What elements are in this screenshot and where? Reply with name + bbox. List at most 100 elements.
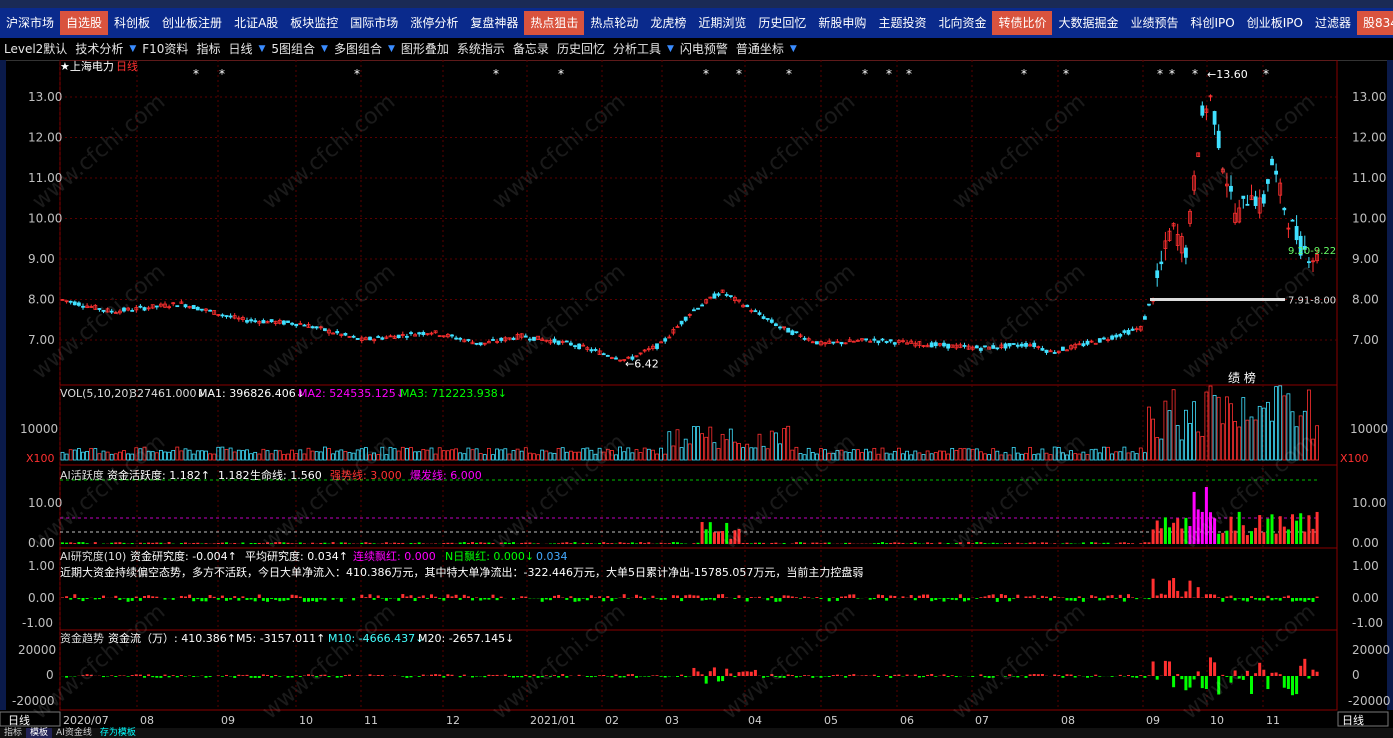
nav-item-13[interactable]: 历史回忆 bbox=[752, 11, 812, 35]
nav-item-21[interactable]: 创业板IPO bbox=[1241, 11, 1309, 35]
toolbar-item-7[interactable]: 图形叠加 bbox=[397, 39, 453, 59]
candle-body bbox=[228, 315, 233, 318]
activity-bar bbox=[1278, 516, 1282, 544]
volume-bar bbox=[314, 451, 319, 461]
flow-axis-right-0: 0 bbox=[1352, 668, 1360, 682]
flow-bar bbox=[807, 675, 811, 676]
nav-item-19[interactable]: 业绩预告 bbox=[1125, 11, 1185, 35]
nav-item-0[interactable]: 沪深市场 bbox=[0, 11, 60, 35]
dropdown-arrow-icon[interactable]: ▼ bbox=[788, 44, 799, 54]
research-bar bbox=[1241, 598, 1245, 601]
flow-bar bbox=[167, 676, 171, 678]
candle-body bbox=[802, 337, 807, 340]
res-axis-right-0: 0.00 bbox=[1352, 591, 1379, 605]
nav-item-12[interactable]: 近期浏览 bbox=[692, 11, 752, 35]
flow-bar bbox=[1155, 676, 1159, 680]
nav-item-17[interactable]: 转债比价 bbox=[992, 11, 1053, 35]
event-star-icon: * bbox=[1263, 67, 1269, 81]
toolbar-item-0[interactable]: Level2默认 bbox=[0, 39, 71, 59]
nav-item-8[interactable]: 复盘神器 bbox=[464, 11, 524, 35]
dropdown-arrow-icon[interactable]: ▼ bbox=[386, 44, 397, 54]
toolbar-item-8[interactable]: 系统指示 bbox=[453, 39, 509, 59]
nav-item-14[interactable]: 新股申购 bbox=[812, 11, 872, 35]
research-bar bbox=[315, 598, 319, 602]
nav-item-5[interactable]: 板块监控 bbox=[284, 11, 344, 35]
nav-item-22[interactable]: 过滤器 bbox=[1309, 11, 1357, 35]
toolbar-item-11[interactable]: 分析工具 bbox=[609, 39, 665, 59]
volume-bar bbox=[671, 445, 676, 461]
candle-body bbox=[962, 345, 967, 347]
nav-item-9[interactable]: 热点狙击 bbox=[524, 11, 585, 35]
volume-bar bbox=[249, 453, 254, 461]
bottom-tab-0[interactable]: 指标 bbox=[0, 728, 26, 738]
research-bar bbox=[479, 598, 483, 601]
research-bar bbox=[225, 598, 228, 601]
nav-item-15[interactable]: 主题投资 bbox=[872, 11, 932, 35]
nav-item-3[interactable]: 创业板注册 bbox=[156, 11, 228, 35]
bottom-tab-1[interactable]: 模板 bbox=[26, 728, 53, 738]
nav-item-16[interactable]: 北向资金 bbox=[932, 11, 992, 35]
research-bar bbox=[1168, 580, 1171, 598]
nav-item-11[interactable]: 龙虎榜 bbox=[644, 11, 692, 35]
flow-bar bbox=[241, 675, 245, 676]
candle-body bbox=[761, 316, 766, 319]
toolbar-item-3[interactable]: 指标 bbox=[192, 39, 224, 59]
flow-bar bbox=[844, 676, 848, 678]
research-bar bbox=[93, 598, 97, 600]
volume-bar bbox=[507, 453, 512, 461]
dropdown-arrow-icon[interactable]: ▼ bbox=[665, 44, 676, 54]
candle-body bbox=[556, 340, 561, 345]
toolbar-item-5[interactable]: 5图组合 bbox=[267, 39, 319, 59]
toolbar-item-6[interactable]: 多图组合 bbox=[330, 39, 386, 59]
toolbar-item-10[interactable]: 历史回忆 bbox=[553, 39, 609, 59]
flow-bar bbox=[626, 674, 630, 676]
nav-item-1[interactable]: 自选股 bbox=[60, 11, 109, 35]
activity-bar bbox=[1241, 525, 1245, 544]
dropdown-arrow-icon[interactable]: ▼ bbox=[127, 44, 138, 54]
stock-period: 日线 bbox=[116, 60, 138, 73]
volume-bar bbox=[1085, 454, 1090, 461]
research-bar bbox=[97, 598, 101, 600]
flow-bar bbox=[393, 675, 397, 676]
research-bar bbox=[1008, 598, 1012, 602]
activity-bar bbox=[192, 542, 196, 544]
flow-bar bbox=[1303, 658, 1307, 676]
nav-item-4[interactable]: 北证A股 bbox=[228, 11, 284, 35]
volume-bar bbox=[712, 442, 717, 461]
research-bar bbox=[1131, 597, 1135, 598]
flow-bar bbox=[1176, 674, 1180, 676]
candle-body bbox=[659, 341, 663, 344]
candle-body bbox=[1040, 348, 1045, 351]
activity-bar bbox=[770, 542, 774, 544]
bottom-tab-2[interactable]: AI资金线 bbox=[52, 728, 96, 738]
nav-item-10[interactable]: 热点轮动 bbox=[584, 11, 644, 35]
volume-bar bbox=[655, 453, 659, 461]
nav-item-6[interactable]: 国际市场 bbox=[344, 11, 404, 35]
res-description: 近期大资金持续偏空态势，多方不活跃，今日大单净流入：410.386万元，其中特大… bbox=[60, 565, 863, 579]
volume-bar bbox=[306, 447, 311, 461]
research-bar bbox=[1065, 598, 1069, 601]
toolbar-item-13[interactable]: 普通坐标 bbox=[732, 39, 788, 59]
nav-item-7[interactable]: 涨停分析 bbox=[404, 11, 464, 35]
nav-item-23[interactable]: 股834池 bbox=[1357, 11, 1393, 35]
toolbar-item-9[interactable]: 备忘录 bbox=[509, 39, 553, 59]
toolbar-item-12[interactable]: 闪电预警 bbox=[676, 39, 732, 59]
research-bar bbox=[565, 598, 569, 600]
toolbar-item-4[interactable]: 日线 bbox=[224, 39, 256, 59]
nav-item-18[interactable]: 大数据掘金 bbox=[1052, 11, 1124, 35]
activity-bar bbox=[630, 542, 634, 544]
nav-item-2[interactable]: 科创板 bbox=[108, 11, 156, 35]
bottom-tab-3[interactable]: 存为模板 bbox=[96, 728, 140, 738]
flow-bar bbox=[721, 676, 725, 682]
candle-body bbox=[1229, 185, 1233, 192]
volume-bar bbox=[1143, 452, 1147, 461]
research-bar bbox=[196, 598, 200, 600]
nav-item-20[interactable]: 科创IPO bbox=[1185, 11, 1241, 35]
candle-body bbox=[1241, 195, 1246, 199]
dropdown-arrow-icon[interactable]: ▼ bbox=[256, 44, 267, 54]
activity-bar bbox=[1139, 543, 1143, 544]
kline-chart-area[interactable]: 2020/07 08 09 10 11 12 2021/01 02 03 04 05 06 07 08 09… bbox=[0, 60, 1393, 728]
toolbar-item-1[interactable]: 技术分析 bbox=[71, 39, 127, 59]
dropdown-arrow-icon[interactable]: ▼ bbox=[319, 44, 330, 54]
toolbar-item-2[interactable]: F10资料 bbox=[138, 39, 192, 59]
